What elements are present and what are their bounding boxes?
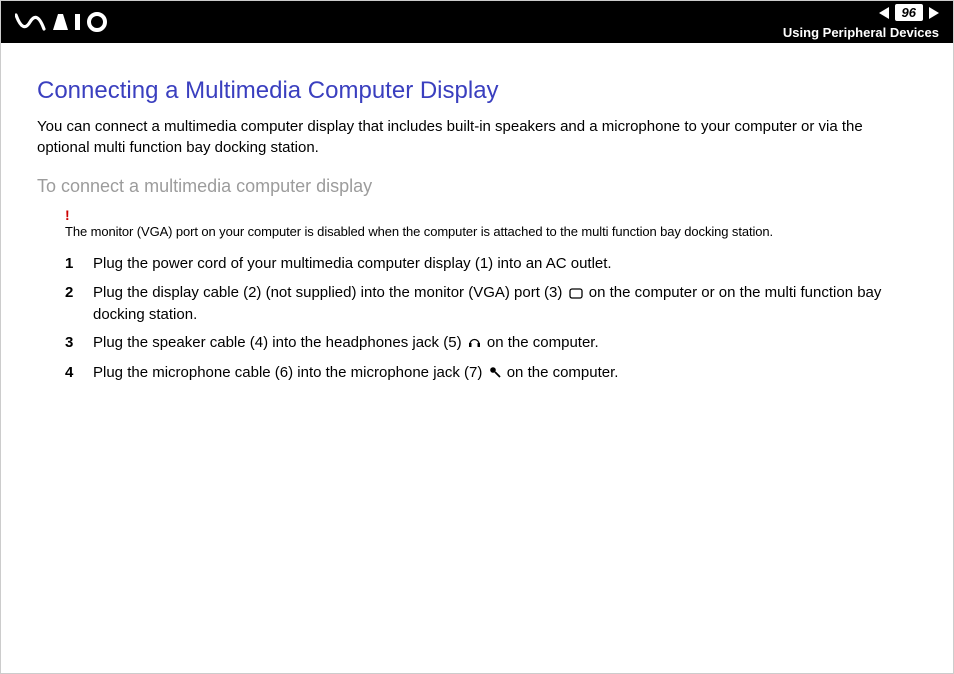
vga-port-icon [569,285,583,305]
step-item: 1 Plug the power cord of your multimedia… [37,254,917,274]
warning-text: The monitor (VGA) port on your computer … [65,224,773,239]
section-title: Using Peripheral Devices [783,25,939,40]
page-number: 96 [895,4,923,21]
step-number: 2 [65,283,79,303]
step-text: Plug the microphone cable (6) into the m… [93,363,917,385]
page-heading: Connecting a Multimedia Computer Display [37,75,917,107]
step-item: 4 Plug the microphone cable (6) into the… [37,363,917,385]
headphones-icon [468,335,481,355]
step-text: Plug the speaker cable (4) into the head… [93,333,917,355]
step-text: Plug the display cable (2) (not supplied… [93,283,917,326]
prev-page-arrow-icon[interactable] [879,7,889,19]
vaio-logo [15,12,111,32]
page-content: Connecting a Multimedia Computer Display… [1,43,953,386]
sub-heading: To connect a multimedia computer display [37,174,917,198]
step-text: Plug the power cord of your multimedia c… [93,254,917,274]
microphone-icon [489,365,501,385]
warning-block: ! The monitor (VGA) port on your compute… [65,208,917,242]
step-item: 2 Plug the display cable (2) (not suppli… [37,283,917,326]
next-page-arrow-icon[interactable] [929,7,939,19]
steps-list: 1 Plug the power cord of your multimedia… [37,254,917,385]
page-navigation: 96 [879,4,939,21]
step-item: 3 Plug the speaker cable (4) into the he… [37,333,917,355]
step-number: 4 [65,363,79,383]
step-number: 1 [65,254,79,274]
header-bar: 96 Using Peripheral Devices [1,1,953,43]
exclamation-icon: ! [65,208,917,222]
intro-paragraph: You can connect a multimedia computer di… [37,117,917,158]
step-number: 3 [65,333,79,353]
